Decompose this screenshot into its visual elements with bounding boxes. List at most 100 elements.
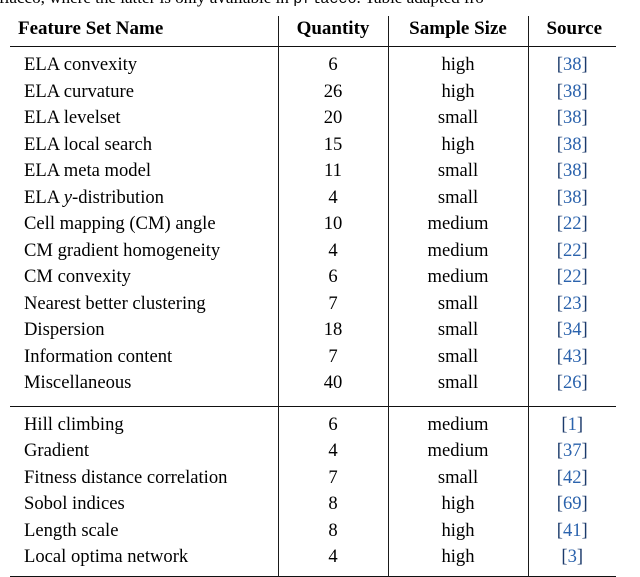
table-head: Feature Set Name Quantity Sample Size So… xyxy=(10,16,616,47)
citation-link[interactable]: [22] xyxy=(557,240,588,261)
citation-number: 41 xyxy=(562,519,582,541)
cell-source: [43] xyxy=(527,343,616,370)
cell-quantity: 4 xyxy=(277,237,388,264)
page-root: flacco, where the latter is only availab… xyxy=(0,0,640,577)
feature-name-text: Nearest better clustering xyxy=(24,292,206,314)
citation-link[interactable]: [42] xyxy=(557,467,588,488)
column-header-source: Source xyxy=(527,16,616,47)
citation-number: 38 xyxy=(562,186,582,208)
citation-link[interactable]: [69] xyxy=(557,493,588,514)
cell-quantity: 20 xyxy=(277,105,388,132)
cell-feature-set-name: ELA meta model xyxy=(10,158,278,185)
rule-line xyxy=(10,575,616,577)
cell-feature-set-name: Nearest better clustering xyxy=(10,291,278,318)
table-row: ELA convexity 6 high [38] xyxy=(10,52,616,79)
citation-link[interactable]: [41] xyxy=(557,520,588,541)
citation-link[interactable]: [34] xyxy=(557,319,588,340)
citation-number: 22 xyxy=(562,266,582,288)
citation-link[interactable]: [26] xyxy=(557,372,588,393)
cell-sample-size: medium xyxy=(387,237,528,264)
cell-quantity: 18 xyxy=(277,317,388,344)
cell-feature-set-name: ELA y-distribution xyxy=(10,185,278,212)
caption-line: flacco, where the latter is only availab… xyxy=(0,0,484,9)
citation-number: 43 xyxy=(562,345,582,367)
cell-source: [3] xyxy=(527,544,616,571)
cell-sample-size: high xyxy=(387,131,528,158)
column-header-feature-set-name: Feature Set Name xyxy=(18,18,164,39)
citation-number: 38 xyxy=(562,80,582,102)
cell-feature-set-name: ELA curvature xyxy=(10,79,278,106)
cell-sample-size: medium xyxy=(387,411,528,438)
cell-sample-size: medium xyxy=(387,264,528,291)
table-row: Local optima network 4 high [3] xyxy=(10,544,616,571)
cell-source: [38] xyxy=(527,78,616,105)
feature-name-text: ELA meta model xyxy=(24,160,152,182)
cell-quantity: 10 xyxy=(277,211,388,238)
citation-link[interactable]: [38] xyxy=(557,134,588,155)
citation-link[interactable]: [37] xyxy=(557,440,588,461)
citation-close-bracket: ] xyxy=(576,413,584,435)
citation-link[interactable]: [23] xyxy=(557,293,588,314)
caption-code-token: pflacco xyxy=(293,0,357,8)
table-row: Fitness distance correlation 7 small [42] xyxy=(10,464,616,491)
citation-close-bracket: ] xyxy=(581,239,588,261)
cell-quantity: 7 xyxy=(277,290,388,317)
cell-sample-size: small xyxy=(387,343,528,370)
cell-feature-set-name: CM convexity xyxy=(10,264,278,291)
feature-name-text: Sobol indices xyxy=(24,493,125,515)
feature-set-table-wrapper: Feature Set Name Quantity Sample Size So… xyxy=(10,16,616,577)
citation-close-bracket: ] xyxy=(581,519,588,541)
citation-number: 34 xyxy=(562,319,582,341)
citation-link[interactable]: [38] xyxy=(557,54,588,75)
table-body: ELA convexity 6 high [38] ELA curvature 26 hig… xyxy=(10,46,616,577)
citation-close-bracket: ] xyxy=(581,292,588,314)
cell-sample-size: high xyxy=(387,52,528,79)
citation-link[interactable]: [1] xyxy=(561,414,583,435)
cell-sample-size: small xyxy=(387,370,528,397)
cell-source: [22] xyxy=(527,211,616,238)
cell-quantity: 8 xyxy=(277,491,388,518)
cell-quantity: 6 xyxy=(277,411,388,438)
caption-prefix: flacco, where the latter is only availab… xyxy=(0,0,293,7)
citation-close-bracket: ] xyxy=(581,54,588,76)
cell-feature-set-name: ELA local search xyxy=(10,132,278,159)
cell-source: [38] xyxy=(527,105,616,132)
citation-link[interactable]: [43] xyxy=(557,346,588,367)
table-row: Nearest better clustering 7 small [23] xyxy=(10,290,616,318)
feature-name-text-suffix: -distribution xyxy=(72,186,164,208)
feature-name-text: ELA curvature xyxy=(24,80,134,102)
cell-sample-size: small xyxy=(387,105,528,132)
cell-feature-set-name: Sobol indices xyxy=(10,491,278,518)
cell-feature-set-name: Gradient xyxy=(10,438,278,465)
citation-link[interactable]: [38] xyxy=(557,160,588,181)
cell-feature-set-name: Information content xyxy=(10,344,278,371)
citation-close-bracket: ] xyxy=(581,372,588,394)
cell-source: [38] xyxy=(527,158,616,185)
citation-link[interactable]: [38] xyxy=(557,81,588,102)
feature-name-text: Cell mapping (CM) angle xyxy=(24,213,216,235)
cell-feature-set-name: Miscellaneous xyxy=(10,370,278,397)
cell-quantity: 6 xyxy=(277,52,388,79)
citation-close-bracket: ] xyxy=(581,133,588,155)
citation-number: 69 xyxy=(562,493,582,515)
citation-close-bracket: ] xyxy=(581,80,588,102)
table-row: Hill climbing 6 medium [1] xyxy=(10,411,616,438)
cell-feature-set-name: CM gradient homogeneity xyxy=(10,238,278,265)
feature-name-text: Hill climbing xyxy=(24,413,124,435)
citation-link[interactable]: [22] xyxy=(557,213,588,234)
cell-sample-size: high xyxy=(387,78,528,105)
table-row: Dispersion 18 small [34] xyxy=(10,317,616,344)
citation-close-bracket: ] xyxy=(581,440,588,462)
citation-number: 22 xyxy=(562,239,582,261)
feature-name-text: Dispersion xyxy=(24,319,105,341)
cell-quantity: 26 xyxy=(277,78,388,105)
citation-link[interactable]: [38] xyxy=(557,107,588,128)
citation-link[interactable]: [22] xyxy=(557,266,588,287)
feature-name-text: ELA levelset xyxy=(24,107,121,129)
cell-source: [26] xyxy=(527,370,616,397)
cell-source: [42] xyxy=(527,464,616,491)
citation-link[interactable]: [3] xyxy=(561,546,583,567)
feature-name-text: Gradient xyxy=(24,440,90,462)
citation-close-bracket: ] xyxy=(581,160,588,182)
citation-link[interactable]: [38] xyxy=(557,187,588,208)
